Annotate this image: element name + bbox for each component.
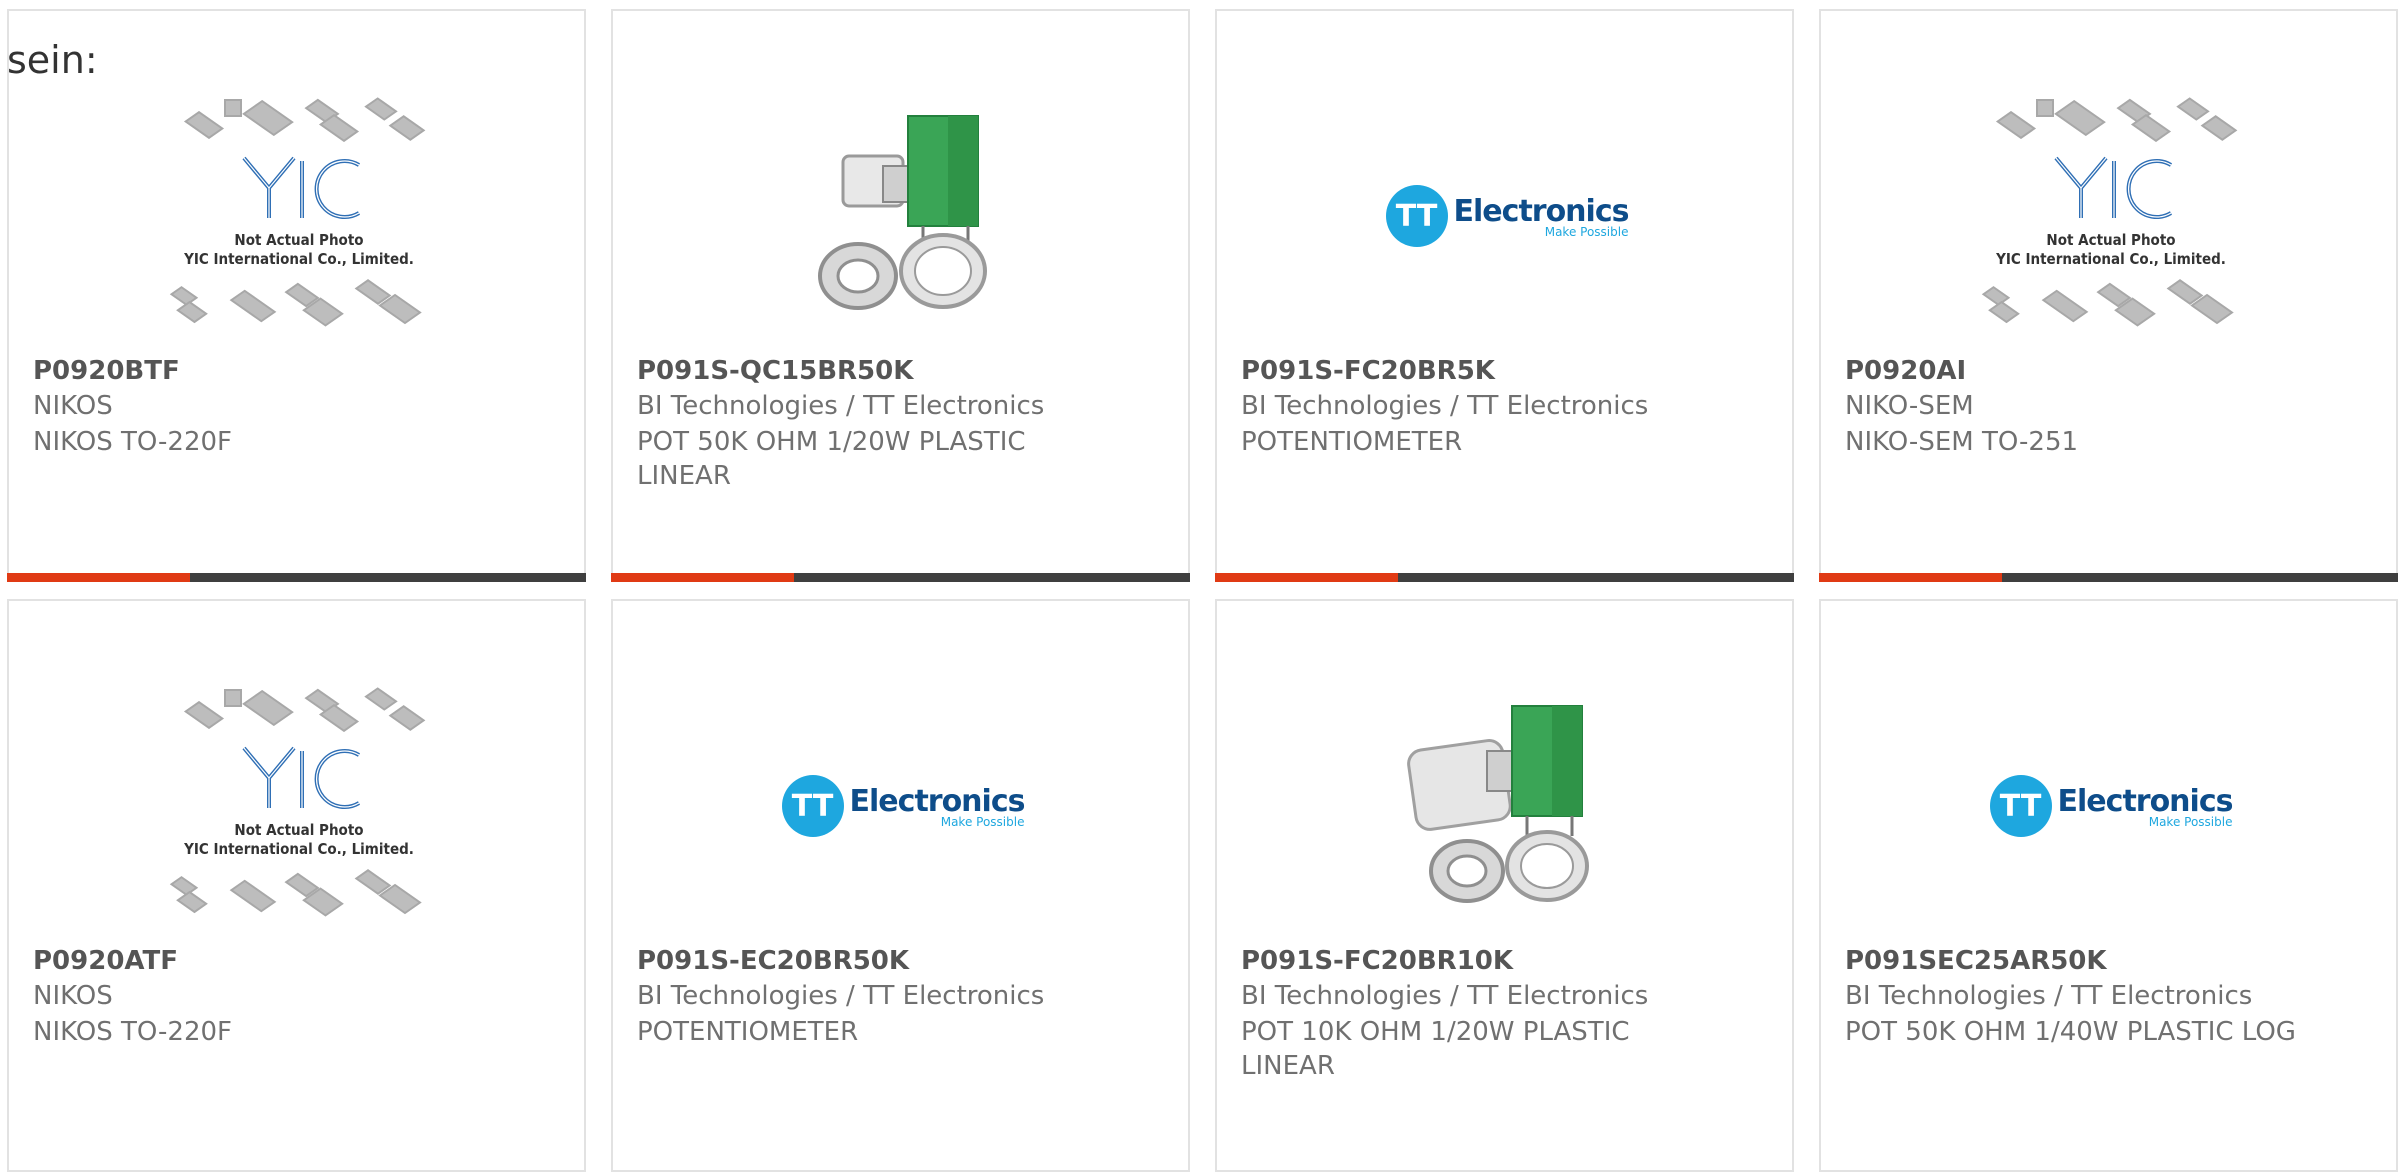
- product-card[interactable]: TT Electronics Make Possible P091S-FC20B…: [1215, 9, 1794, 582]
- product-card[interactable]: TT Electronics Make Possible P091SEC25AR…: [1819, 599, 2398, 1172]
- product-card[interactable]: P091S-FC20BR10K BI Technologies / TT Ele…: [1215, 599, 1794, 1172]
- card-accent: [1819, 573, 2002, 582]
- tt-logo-name: Electronics: [1453, 193, 1630, 229]
- yic-logo-icon: [242, 746, 361, 809]
- yic-placeholder-image: Not Actual Photo YIC International Co., …: [1971, 91, 2251, 341]
- tt-electronics-logo: TT Electronics Make Possible: [1385, 185, 1630, 247]
- yic-logo-icon: [2054, 156, 2173, 219]
- product-card[interactable]: Not Actual Photo YIC International Co., …: [7, 599, 586, 1172]
- part-number[interactable]: P091SEC25AR50K: [1845, 946, 2107, 976]
- product-card[interactable]: TT Electronics Make Possible P091S-EC20B…: [611, 599, 1190, 1172]
- potentiometer-image: [818, 115, 987, 310]
- part-number[interactable]: P091S-EC20BR50K: [637, 946, 909, 976]
- tt-logo-icon: TT: [1989, 775, 2052, 837]
- yic-logo-icon: [242, 156, 361, 219]
- tt-electronics-logo: TT Electronics Make Possible: [781, 775, 1026, 837]
- description: NIKO-SEM TO-251: [1845, 427, 2079, 457]
- tt-logo-name: Electronics: [2057, 783, 2234, 819]
- card-bottom-bar: [7, 573, 586, 582]
- tt-logo-tagline: Make Possible: [1544, 224, 1629, 239]
- tt-logo-tagline: Make Possible: [2148, 814, 2233, 829]
- yic-placeholder-image: Not Actual Photo YIC International Co., …: [159, 91, 439, 341]
- product-image: Not Actual Photo YIC International Co., …: [109, 81, 489, 351]
- card-bottom-bar: [611, 573, 1190, 582]
- description: POT 10K OHM 1/20W PLASTIC LINEAR: [1241, 1017, 1630, 1081]
- part-number[interactable]: P091S-QC15BR50K: [637, 356, 913, 386]
- part-number[interactable]: P091S-FC20BR5K: [1241, 356, 1495, 386]
- product-image: TT Electronics Make Possible: [713, 671, 1093, 941]
- manufacturer: NIKO-SEM: [1845, 391, 1974, 421]
- description: POTENTIOMETER: [1241, 427, 1463, 457]
- product-image: [713, 81, 1093, 351]
- product-image: TT Electronics Make Possible: [1317, 81, 1697, 351]
- intro-text: sein:: [7, 38, 98, 82]
- product-card[interactable]: Not Actual Photo YIC International Co., …: [7, 9, 586, 582]
- card-bottom-bar: [1215, 573, 1794, 582]
- tt-logo-name: Electronics: [849, 783, 1026, 819]
- part-number[interactable]: P0920ATF: [33, 946, 178, 976]
- placeholder-line2: YIC International Co., Limited.: [1996, 250, 2226, 268]
- part-number[interactable]: P0920AI: [1845, 356, 1966, 386]
- manufacturer: BI Technologies / TT Electronics: [1845, 981, 2253, 1011]
- tt-electronics-logo: TT Electronics Make Possible: [1989, 775, 2234, 837]
- placeholder-line1: Not Actual Photo: [2046, 231, 2176, 249]
- yic-placeholder-image: Not Actual Photo YIC International Co., …: [159, 681, 439, 931]
- placeholder-line2: YIC International Co., Limited.: [184, 250, 414, 268]
- description: NIKOS TO-220F: [33, 427, 233, 457]
- manufacturer: BI Technologies / TT Electronics: [637, 981, 1045, 1011]
- description: NIKOS TO-220F: [33, 1017, 233, 1047]
- description: POTENTIOMETER: [637, 1017, 859, 1047]
- placeholder-line1: Not Actual Photo: [234, 231, 364, 249]
- product-card[interactable]: Not Actual Photo YIC International Co., …: [1819, 9, 2398, 582]
- part-number[interactable]: P0920BTF: [33, 356, 180, 386]
- tt-logo-icon: TT: [1385, 185, 1448, 247]
- manufacturer: BI Technologies / TT Electronics: [1241, 981, 1649, 1011]
- manufacturer: NIKOS: [33, 391, 113, 421]
- card-bottom-bar: [1819, 573, 2398, 582]
- card-accent: [7, 573, 190, 582]
- manufacturer: BI Technologies / TT Electronics: [637, 391, 1045, 421]
- manufacturer: BI Technologies / TT Electronics: [1241, 391, 1649, 421]
- part-number[interactable]: P091S-FC20BR10K: [1241, 946, 1513, 976]
- card-accent: [1215, 573, 1398, 582]
- tt-logo-icon: TT: [781, 775, 844, 837]
- manufacturer: NIKOS: [33, 981, 113, 1011]
- placeholder-line1: Not Actual Photo: [234, 821, 364, 839]
- tt-logo-tagline: Make Possible: [940, 814, 1025, 829]
- placeholder-line2: YIC International Co., Limited.: [184, 840, 414, 858]
- product-image: Not Actual Photo YIC International Co., …: [1921, 81, 2301, 351]
- potentiometer-image: [1407, 705, 1589, 903]
- product-card[interactable]: P091S-QC15BR50K BI Technologies / TT Ele…: [611, 9, 1190, 582]
- product-image: Not Actual Photo YIC International Co., …: [109, 671, 489, 941]
- description: POT 50K OHM 1/40W PLASTIC LOG: [1845, 1017, 2296, 1047]
- product-image: TT Electronics Make Possible: [1921, 671, 2301, 941]
- product-image: [1317, 671, 1697, 941]
- card-accent: [611, 573, 794, 582]
- description: POT 50K OHM 1/20W PLASTIC LINEAR: [637, 427, 1026, 491]
